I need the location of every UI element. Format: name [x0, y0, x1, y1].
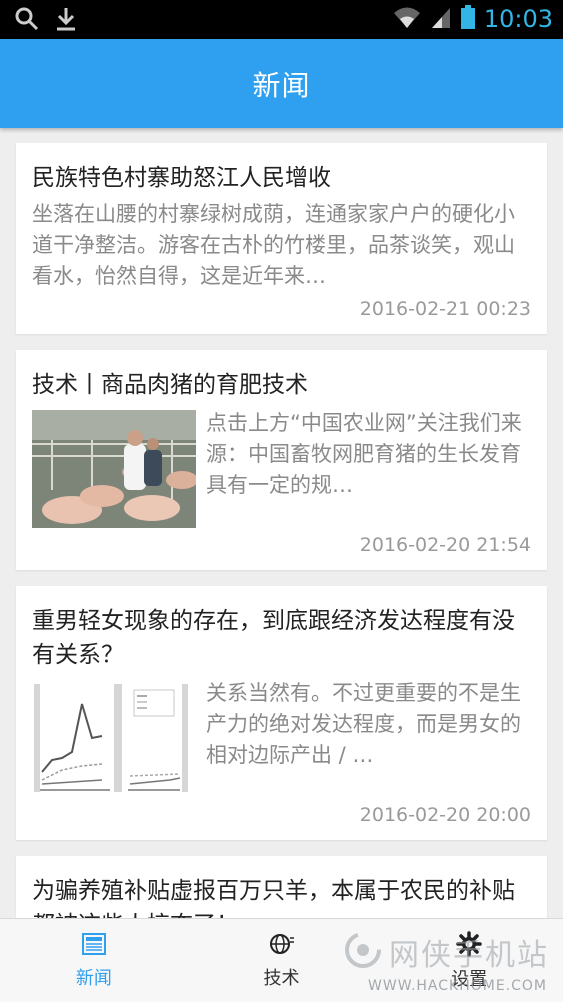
news-title: 重男轻女现象的存在，到底跟经济发达程度有没有关系？ [32, 608, 515, 668]
pig-farm-photo [32, 410, 198, 528]
app-bar: 新闻 [0, 39, 563, 128]
search-icon [14, 6, 40, 36]
tab-label: 新闻 [75, 967, 112, 989]
status-bar: 10:03 [0, 0, 563, 39]
globe-icon [269, 932, 295, 960]
news-date: 2016-02-21 00:23 [359, 298, 531, 320]
news-title: 技术丨商品肉猪的育肥技术 [32, 372, 308, 398]
download-icon [54, 6, 78, 36]
news-summary: 关系当然有。不过更重要的不是生产力的绝对发达程度，而是男女的相对边际产出 / … [206, 681, 521, 767]
news-card[interactable]: 民族特色村寨助怒江人民增收 坐落在山腰的村寨绿树成荫，连通家家户户的硬化小道干净… [16, 143, 547, 334]
page-title: 新闻 [252, 68, 311, 102]
newspaper-icon [81, 932, 107, 960]
tab-news[interactable]: 新闻 [0, 919, 188, 1002]
battery-icon [460, 4, 476, 34]
wifi-icon [392, 4, 422, 34]
news-feed[interactable]: 民族特色村寨助怒江人民增收 坐落在山腰的村寨绿树成荫，连通家家户户的硬化小道干净… [16, 143, 547, 992]
watermark-logo-icon [343, 930, 383, 974]
tab-label: 技术 [263, 967, 300, 989]
signal-icon [430, 4, 452, 34]
line-chart-figure [32, 680, 196, 798]
news-date: 2016-02-20 21:54 [359, 534, 531, 556]
news-date: 2016-02-20 20:00 [359, 804, 531, 826]
clock: 10:03 [483, 5, 553, 33]
watermark-text: 网侠手机站 [389, 938, 549, 973]
news-title: 民族特色村寨助怒江人民增收 [32, 165, 331, 191]
news-card[interactable]: 技术丨商品肉猪的育肥技术 点击上方“中国农业网”关注我们来源：中国畜牧网肥育猪的… [16, 350, 547, 570]
news-summary: 坐落在山腰的村寨绿树成荫，连通家家户户的硬化小道干净整洁。游客在古朴的竹楼里，品… [32, 202, 515, 288]
news-card[interactable]: 重男轻女现象的存在，到底跟经济发达程度有没有关系？ 关系当然有。不过更重要的不是… [16, 586, 547, 840]
news-summary: 点击上方“中国农业网”关注我们来源：中国畜牧网肥育猪的生长发育具有一定的规… [206, 411, 522, 497]
watermark-url: WWW.HACKHOME.COM [368, 978, 547, 994]
watermark: 网侠手机站 [343, 930, 549, 974]
